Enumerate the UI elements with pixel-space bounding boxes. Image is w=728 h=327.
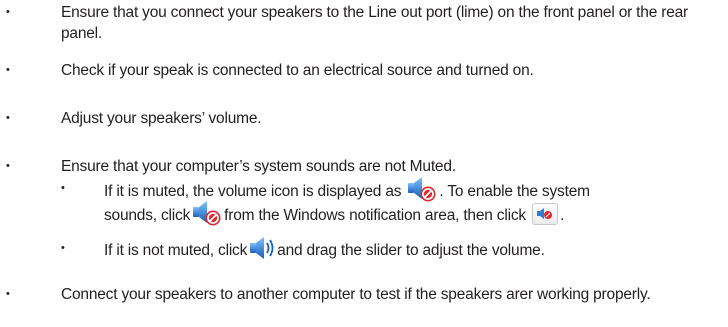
speaker-volume-icon[interactable] [249, 235, 275, 261]
item-text: Ensure that you connect your speakers to… [61, 4, 689, 42]
bullet: • [6, 112, 10, 124]
sub-bullet: • [61, 182, 65, 194]
bullet: • [6, 64, 10, 76]
bullet: • [6, 160, 10, 172]
bullet: • [6, 288, 10, 300]
muted-text-3: from the Windows notification area, then… [224, 207, 526, 225]
item-text: Check if your speak is connected to an e… [61, 62, 534, 79]
sub-item-text: If it is not muted, click and drag the s… [104, 235, 724, 264]
speaker-muted-icon [407, 175, 437, 203]
speaker-muted-icon[interactable] [192, 199, 222, 227]
muted-text-4: . [560, 207, 565, 225]
mute-toggle-button-icon[interactable] [532, 203, 559, 225]
item-text: Connect your speakers to another compute… [61, 286, 651, 303]
item-text: Ensure that your computer’s system sound… [61, 158, 456, 175]
not-muted-text-1: If it is not muted, click [104, 242, 248, 260]
not-muted-text-2: and drag the slider to adjust the volume… [277, 242, 545, 260]
sub-bullet: • [61, 242, 65, 254]
bullet: • [6, 6, 10, 18]
sub-item-text: sounds, click from the Windows notificat… [104, 199, 724, 230]
muted-text-2: . To enable the system [439, 183, 590, 201]
item-text: Adjust your speakers’ volume. [61, 110, 262, 127]
muted-text-1: If it is muted, the volume icon is displ… [104, 183, 402, 201]
